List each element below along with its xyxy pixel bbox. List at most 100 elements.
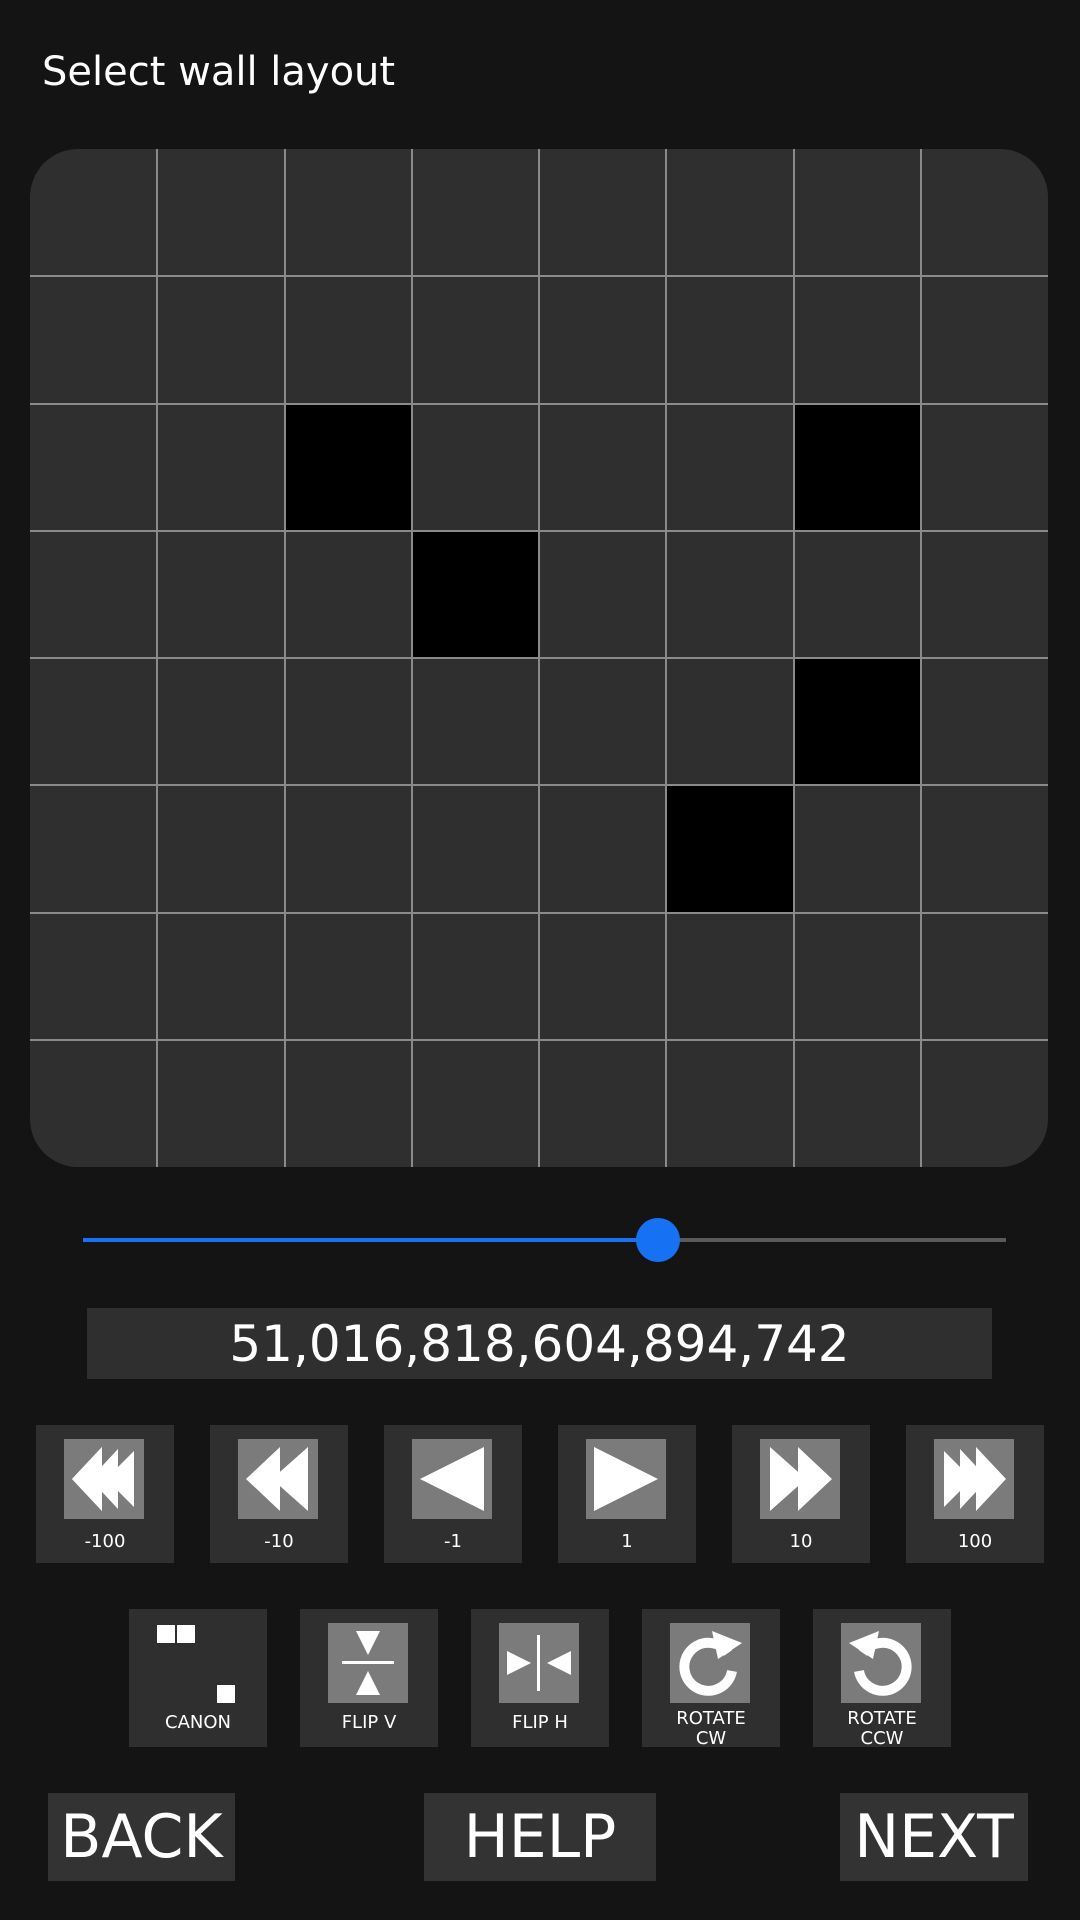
step-plus-1-button[interactable]: 1 xyxy=(558,1425,696,1563)
grid-cell[interactable] xyxy=(666,276,793,403)
grid-cell[interactable] xyxy=(921,276,1048,403)
step-minus-100-button[interactable]: -100 xyxy=(36,1425,174,1563)
flip-vertical-icon xyxy=(328,1623,408,1703)
step-minus-10-button[interactable]: -10 xyxy=(210,1425,348,1563)
grid-cell[interactable] xyxy=(412,149,539,276)
grid-cell-wall[interactable] xyxy=(793,403,921,531)
step-label: 100 xyxy=(957,1531,993,1552)
rotate-cw-label-line2: CW xyxy=(695,1728,727,1749)
grid-cell[interactable] xyxy=(285,785,412,912)
grid-cell[interactable] xyxy=(285,913,412,1040)
grid-cell[interactable] xyxy=(794,913,921,1040)
grid-cell[interactable] xyxy=(157,913,284,1040)
grid-cell[interactable] xyxy=(412,785,539,912)
grid-cell[interactable] xyxy=(666,404,793,531)
rotate-ccw-icon xyxy=(841,1623,921,1703)
help-button[interactable]: HELP xyxy=(424,1793,656,1881)
grid-cell[interactable] xyxy=(794,531,921,658)
rotate-ccw-label-line1: ROTATE xyxy=(847,1708,917,1729)
grid-cell[interactable] xyxy=(921,785,1048,912)
grid-cell[interactable] xyxy=(412,658,539,785)
grid-cell[interactable] xyxy=(794,149,921,276)
flip-h-label: FLIP H xyxy=(512,1712,568,1733)
grid-cell[interactable] xyxy=(794,276,921,403)
grid-cell[interactable] xyxy=(30,404,157,531)
slider-fill xyxy=(83,1238,659,1242)
grid-cell[interactable] xyxy=(285,1040,412,1167)
grid-cell[interactable] xyxy=(30,913,157,1040)
grid-cell[interactable] xyxy=(539,531,666,658)
grid-cell[interactable] xyxy=(539,149,666,276)
flip-v-button[interactable]: FLIP V xyxy=(300,1609,438,1747)
grid-cell[interactable] xyxy=(30,276,157,403)
grid-cell[interactable] xyxy=(157,658,284,785)
grid-cell[interactable] xyxy=(157,404,284,531)
grid-cell[interactable] xyxy=(921,1040,1048,1167)
flip-horizontal-icon xyxy=(499,1623,579,1703)
step-minus-1-button[interactable]: -1 xyxy=(384,1425,522,1563)
grid-cell[interactable] xyxy=(285,149,412,276)
grid-cell[interactable] xyxy=(157,1040,284,1167)
grid-cell[interactable] xyxy=(666,658,793,785)
grid-cell[interactable] xyxy=(412,1040,539,1167)
grid-cell[interactable] xyxy=(921,404,1048,531)
step-label: 10 xyxy=(789,1531,813,1552)
grid-cell[interactable] xyxy=(666,1040,793,1167)
grid-cell[interactable] xyxy=(921,658,1048,785)
rotate-cw-button[interactable]: ROTATE CW xyxy=(642,1609,780,1749)
grid-cell[interactable] xyxy=(285,276,412,403)
grid-cell[interactable] xyxy=(539,404,666,531)
flip-h-button[interactable]: FLIP H xyxy=(471,1609,609,1747)
grid-cell[interactable] xyxy=(794,1040,921,1167)
grid-cell[interactable] xyxy=(666,531,793,658)
grid-cell[interactable] xyxy=(30,531,157,658)
step-plus-10-button[interactable]: 10 xyxy=(732,1425,870,1563)
rotate-ccw-button[interactable]: ROTATE CCW xyxy=(813,1609,951,1749)
grid-cell[interactable] xyxy=(666,149,793,276)
grid-cell[interactable] xyxy=(30,785,157,912)
grid-cell[interactable] xyxy=(539,276,666,403)
left-arrow-icon xyxy=(412,1439,492,1519)
grid-cell[interactable] xyxy=(539,658,666,785)
right-arrow-icon xyxy=(586,1439,666,1519)
grid-cell[interactable] xyxy=(921,149,1048,276)
slider-thumb[interactable] xyxy=(636,1218,681,1262)
grid-cell[interactable] xyxy=(921,913,1048,1040)
grid-cell[interactable] xyxy=(794,785,921,912)
grid-cell[interactable] xyxy=(157,785,284,912)
rotate-ccw-label-line2: CCW xyxy=(860,1728,904,1749)
grid-cell[interactable] xyxy=(285,531,412,658)
wall-layout-grid[interactable] xyxy=(30,149,1048,1167)
grid-line xyxy=(30,784,1048,787)
grid-cell[interactable] xyxy=(157,149,284,276)
grid-cell[interactable] xyxy=(412,276,539,403)
grid-cell[interactable] xyxy=(157,531,284,658)
grid-cell[interactable] xyxy=(412,913,539,1040)
grid-line xyxy=(30,1038,1048,1041)
grid-cell[interactable] xyxy=(30,658,157,785)
step-label: 1 xyxy=(621,1531,633,1552)
grid-cell[interactable] xyxy=(30,149,157,276)
page-title: Select wall layout xyxy=(42,49,396,95)
grid-cell-wall[interactable] xyxy=(793,658,921,786)
next-button[interactable]: NEXT xyxy=(840,1793,1028,1881)
grid-cell[interactable] xyxy=(30,1040,157,1167)
grid-cell[interactable] xyxy=(921,531,1048,658)
grid-cell[interactable] xyxy=(539,1040,666,1167)
grid-cell[interactable] xyxy=(539,913,666,1040)
grid-cell-wall[interactable] xyxy=(666,785,794,913)
double-right-arrow-icon xyxy=(760,1439,840,1519)
grid-cell[interactable] xyxy=(412,404,539,531)
grid-cell[interactable] xyxy=(666,913,793,1040)
grid-line xyxy=(30,529,1048,532)
grid-cell[interactable] xyxy=(539,785,666,912)
triple-left-arrow-icon xyxy=(64,1439,144,1519)
grid-cell[interactable] xyxy=(285,658,412,785)
canon-button[interactable]: CANON xyxy=(129,1609,267,1747)
grid-cell-wall[interactable] xyxy=(284,403,412,531)
layout-slider[interactable] xyxy=(83,1218,1006,1262)
back-button[interactable]: BACK xyxy=(48,1793,235,1881)
step-plus-100-button[interactable]: 100 xyxy=(906,1425,1044,1563)
grid-cell[interactable] xyxy=(157,276,284,403)
grid-cell-wall[interactable] xyxy=(411,530,539,658)
